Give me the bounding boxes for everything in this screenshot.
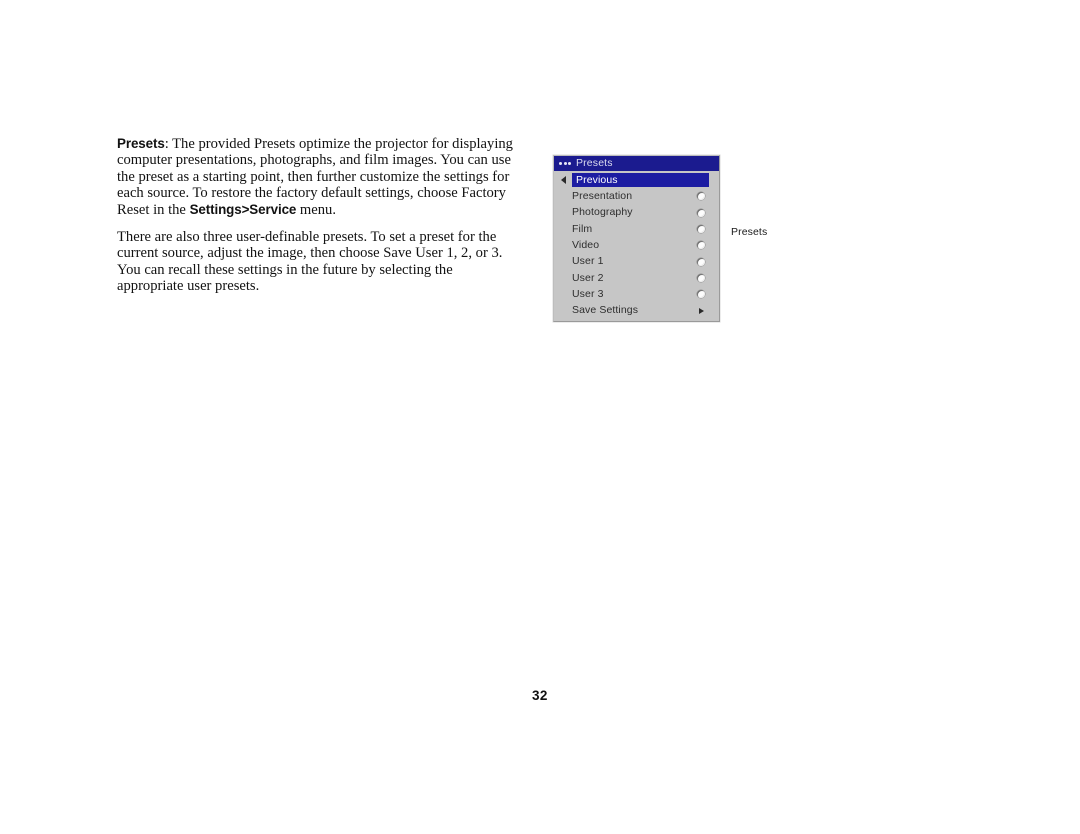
manual-page: Presets: The provided Presets optimize t… <box>0 0 1080 834</box>
osd-presets-menu[interactable]: Presets Previous Presentation Photograph… <box>553 155 720 322</box>
osd-item-previous-label: Previous <box>576 173 618 186</box>
osd-item-photography[interactable]: Photography <box>554 205 719 221</box>
osd-item-video-label: Video <box>572 239 600 252</box>
osd-item-previous[interactable]: Previous <box>554 172 719 188</box>
osd-item-presentation-label: Presentation <box>572 190 633 203</box>
osd-item-save-settings-label: Save Settings <box>572 304 639 317</box>
osd-item-list: Previous Presentation Photography Film V… <box>554 171 719 321</box>
paragraph-1: Presets: The provided Presets optimize t… <box>117 136 521 218</box>
figure-caption: Presets <box>731 226 768 238</box>
osd-item-video[interactable]: Video <box>554 237 719 253</box>
osd-item-save-settings[interactable]: Save Settings <box>554 302 719 318</box>
osd-item-photography-label: Photography <box>572 206 633 219</box>
page-number: 32 <box>532 688 548 703</box>
paragraph-1-bold-lead: Presets <box>117 136 165 151</box>
menu-dots-icon <box>559 162 571 165</box>
osd-item-user-2-label: User 2 <box>572 271 604 284</box>
osd-title-bar: Presets <box>554 156 719 171</box>
osd-item-user-2[interactable]: User 2 <box>554 270 719 286</box>
osd-item-film-label: Film <box>572 222 593 235</box>
osd-item-film[interactable]: Film <box>554 221 719 237</box>
paragraph-2: There are also three user-definable pres… <box>117 229 503 295</box>
osd-item-presentation[interactable]: Presentation <box>554 188 719 204</box>
radio-icon-film[interactable] <box>697 225 705 234</box>
paragraph-1-text-b: menu. <box>296 201 336 218</box>
osd-item-user-3-label: User 3 <box>572 287 604 300</box>
osd-item-previous-highlight: Previous <box>572 173 709 188</box>
radio-icon-video[interactable] <box>697 241 705 250</box>
osd-item-user-3[interactable]: User 3 <box>554 286 719 302</box>
radio-icon-user-3[interactable] <box>697 290 705 299</box>
radio-icon-user-2[interactable] <box>697 273 705 282</box>
radio-icon-user-1[interactable] <box>697 257 705 266</box>
osd-title-label: Presets <box>576 157 613 170</box>
right-triangle-icon <box>699 307 704 314</box>
osd-item-user-1-label: User 1 <box>572 255 604 268</box>
osd-item-user-1[interactable]: User 1 <box>554 253 719 269</box>
body-copy: Presets: The provided Presets optimize t… <box>117 136 521 295</box>
radio-icon-presentation[interactable] <box>697 192 705 201</box>
left-triangle-icon <box>554 176 572 185</box>
radio-icon-photography[interactable] <box>697 208 705 217</box>
paragraph-1-bold-menu-path: Settings>Service <box>189 201 297 217</box>
